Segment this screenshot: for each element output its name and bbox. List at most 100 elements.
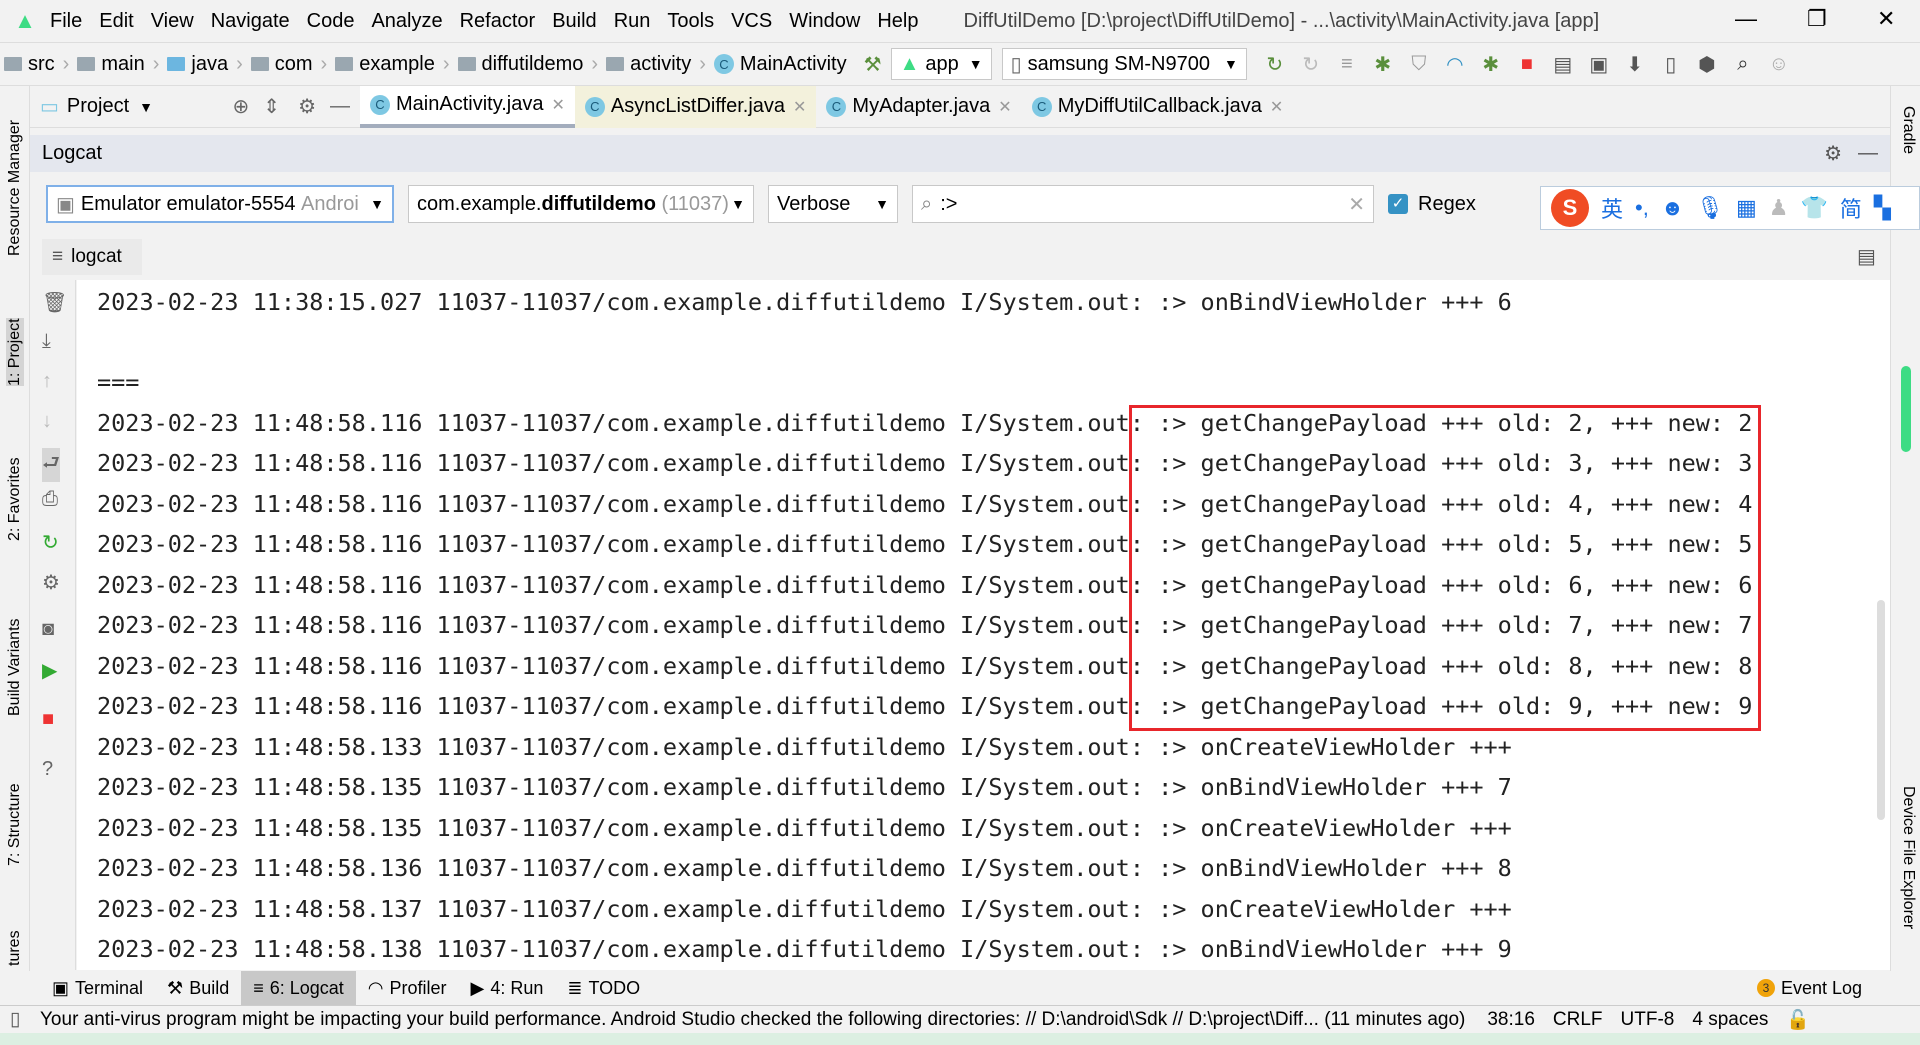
structure-icon[interactable]: ⬢ bbox=[1689, 52, 1725, 77]
sdk-manager-icon[interactable]: ⬇ bbox=[1617, 52, 1653, 77]
arrow-up-icon[interactable]: ↑ bbox=[42, 370, 52, 393]
line-separator[interactable]: CRLF bbox=[1553, 1009, 1603, 1031]
menu-analyze[interactable]: Analyze bbox=[371, 10, 442, 33]
punctuation-icon[interactable]: •, bbox=[1635, 195, 1649, 221]
breadcrumb-activity[interactable]: activity › bbox=[606, 53, 706, 76]
close-tab-icon[interactable]: ✕ bbox=[551, 95, 564, 115]
locate-icon[interactable]: ⊕ bbox=[233, 94, 250, 119]
logcat-subtab[interactable]: ≡ logcat bbox=[42, 239, 142, 275]
arrow-down-icon[interactable]: ↓ bbox=[42, 410, 52, 433]
menu-view[interactable]: View bbox=[151, 10, 194, 33]
favorites-tab[interactable]: 2: Favorites bbox=[6, 457, 24, 541]
menu-edit[interactable]: Edit bbox=[99, 10, 133, 33]
menu-vcs[interactable]: VCS bbox=[731, 10, 772, 33]
menu-window[interactable]: Window bbox=[789, 10, 860, 33]
layout-icon[interactable]: ▤ bbox=[1857, 244, 1876, 269]
ime-language[interactable]: 英 bbox=[1601, 192, 1623, 224]
ime-simplified[interactable]: 简 bbox=[1840, 192, 1862, 224]
project-tab[interactable]: 1: Project bbox=[6, 318, 24, 386]
breadcrumb-diffutildemo[interactable]: diffutildemo › bbox=[457, 53, 598, 76]
device-file-explorer-tab[interactable]: Device File Explorer bbox=[1899, 786, 1917, 929]
build-tab[interactable]: ⚒ Build bbox=[155, 971, 241, 1005]
device-manager-icon[interactable]: ▯ bbox=[1653, 52, 1689, 77]
gear-icon[interactable]: ⚙ bbox=[298, 94, 316, 119]
terminal-tab[interactable]: ▣ Terminal bbox=[40, 971, 155, 1005]
device-select[interactable]: ▯ samsung SM-N9700 ▼ bbox=[1001, 48, 1247, 80]
clear-icon[interactable]: ✕ bbox=[1348, 192, 1365, 217]
logcat-tab[interactable]: ≡ 6: Logcat bbox=[241, 971, 356, 1005]
hide-icon[interactable]: — bbox=[1858, 142, 1878, 165]
debug-icon[interactable]: ✱ bbox=[1365, 52, 1401, 77]
build-variants-tab[interactable]: Build Variants bbox=[6, 618, 24, 716]
tab-mainactivity[interactable]: C MainActivity.java ✕ bbox=[360, 85, 575, 128]
build-hammer-icon[interactable]: ⚒ bbox=[855, 52, 891, 77]
file-encoding[interactable]: UTF-8 bbox=[1621, 1009, 1675, 1031]
menu-tools[interactable]: Tools bbox=[667, 10, 714, 33]
device-dropdown[interactable]: ▣ Emulator emulator-5554 Androi ▼ bbox=[46, 185, 394, 223]
maximize-button[interactable]: ❐ bbox=[1807, 6, 1827, 32]
restart-icon[interactable]: ↻ bbox=[42, 530, 59, 555]
tab-mydiffutilcallback[interactable]: C MyDiffUtilCallback.java ✕ bbox=[1022, 86, 1294, 128]
avd-manager-icon[interactable]: ▣ bbox=[1581, 52, 1617, 77]
breadcrumb-src[interactable]: src › bbox=[4, 53, 69, 76]
camera-icon[interactable]: ◙ bbox=[42, 618, 54, 641]
regex-checkbox[interactable]: ✓ bbox=[1388, 194, 1408, 214]
indent-setting[interactable]: 4 spaces bbox=[1692, 1009, 1768, 1031]
user-icon[interactable]: ☺ bbox=[1761, 53, 1797, 76]
menu-run[interactable]: Run bbox=[614, 10, 651, 33]
breadcrumb-com[interactable]: com › bbox=[250, 53, 327, 76]
process-dropdown[interactable]: com.example. diffutildemo (11037) ▼ bbox=[408, 185, 754, 223]
hide-icon[interactable]: — bbox=[330, 95, 350, 118]
print-icon[interactable]: ⎙ bbox=[42, 488, 58, 511]
run-tab[interactable]: ▶ 4: Run bbox=[459, 971, 556, 1005]
caret-position[interactable]: 38:16 bbox=[1487, 1009, 1535, 1031]
breadcrumb-main[interactable]: main › bbox=[77, 53, 159, 76]
project-panel-selector[interactable]: ▭ Project ▼ ⊕ ⇕ ⚙ — bbox=[30, 86, 360, 128]
resource-manager-tab[interactable]: Resource Manager bbox=[6, 120, 24, 256]
grid-icon[interactable]: ▚ bbox=[1874, 195, 1891, 221]
close-tab-icon[interactable]: ✕ bbox=[998, 97, 1011, 117]
emoji-icon[interactable]: ☻ bbox=[1661, 195, 1684, 221]
close-tab-icon[interactable]: ✕ bbox=[1270, 97, 1283, 117]
breadcrumb-java[interactable]: java › bbox=[167, 53, 243, 76]
menu-help[interactable]: Help bbox=[877, 10, 918, 33]
scroll-to-end-icon[interactable]: ⤓ bbox=[42, 330, 51, 353]
tab-myadapter[interactable]: C MyAdapter.java ✕ bbox=[816, 86, 1021, 128]
status-message[interactable]: Your anti-virus program might be impacti… bbox=[40, 1009, 1465, 1031]
search-input[interactable]: ⌕:> ✕ bbox=[912, 185, 1374, 223]
stop-icon[interactable]: ■ bbox=[42, 708, 54, 731]
profiler-tab[interactable]: ◠ Profiler bbox=[356, 971, 459, 1005]
attach-debugger-icon[interactable]: ✱ bbox=[1473, 52, 1509, 77]
skin-icon[interactable]: 👕 bbox=[1800, 195, 1827, 221]
record-icon[interactable]: ▶ bbox=[42, 658, 57, 683]
menu-build[interactable]: Build bbox=[552, 10, 596, 33]
apply-changes-icon[interactable]: ↻ bbox=[1293, 52, 1329, 77]
profile-icon[interactable]: ◠ bbox=[1437, 52, 1473, 77]
apply-code-changes-icon[interactable]: ≡ bbox=[1329, 53, 1365, 76]
gear-icon[interactable]: ⚙ bbox=[42, 570, 60, 595]
user-icon[interactable]: ♟ bbox=[1769, 195, 1789, 221]
soft-wrap-icon[interactable]: ⮐ bbox=[42, 448, 60, 482]
breadcrumb-example[interactable]: example › bbox=[335, 53, 450, 76]
keyboard-icon[interactable]: ▦ bbox=[1736, 195, 1757, 221]
toggle-tool-windows-icon[interactable]: ▯ bbox=[10, 1008, 20, 1031]
todo-tab[interactable]: ≣ TODO bbox=[555, 971, 652, 1005]
collapse-icon[interactable]: ⇕ bbox=[263, 94, 280, 119]
menu-code[interactable]: Code bbox=[307, 10, 355, 33]
menu-file[interactable]: File bbox=[50, 10, 82, 33]
lock-icon[interactable]: 🔓 bbox=[1786, 1008, 1810, 1032]
menu-refactor[interactable]: Refactor bbox=[460, 10, 536, 33]
gradle-tab[interactable]: Gradle bbox=[1899, 106, 1917, 154]
structure-tab[interactable]: 7: Structure bbox=[6, 783, 24, 866]
captures-tab[interactable]: tures bbox=[6, 930, 24, 966]
tab-asynclistdiffer[interactable]: C AsyncListDiffer.java ✕ bbox=[574, 85, 817, 128]
coverage-icon[interactable]: ⛉ bbox=[1401, 53, 1437, 76]
menu-navigate[interactable]: Navigate bbox=[211, 10, 290, 33]
close-button[interactable]: ✕ bbox=[1877, 6, 1895, 32]
gear-icon[interactable]: ⚙ bbox=[1824, 141, 1842, 166]
search-icon[interactable]: ⌕ bbox=[1725, 53, 1761, 76]
microphone-icon[interactable]: 🎙 bbox=[1696, 195, 1724, 221]
sync-icon[interactable]: ▤ bbox=[1545, 52, 1581, 77]
help-icon[interactable]: ? bbox=[42, 758, 53, 781]
event-log-tab[interactable]: 3 Event Log bbox=[1745, 971, 1874, 1005]
